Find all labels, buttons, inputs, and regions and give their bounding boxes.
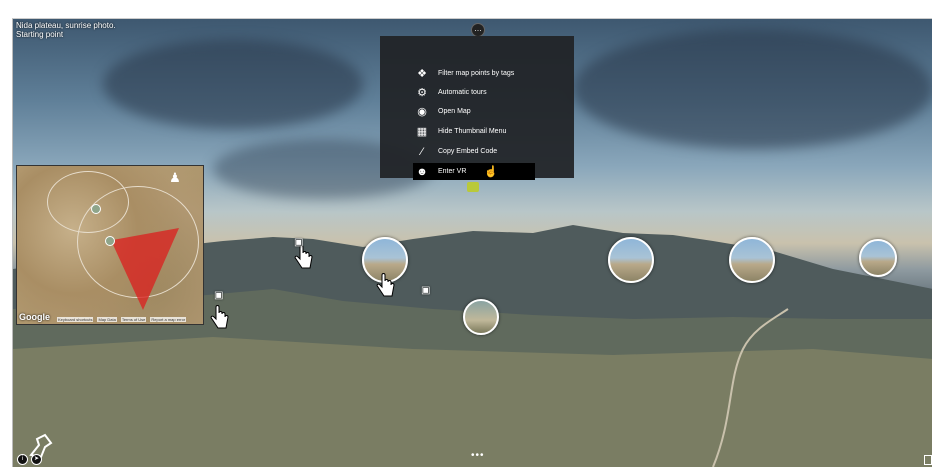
tours-icon: ⚙ xyxy=(417,87,427,99)
map-marker[interactable] xyxy=(91,204,101,214)
menu-item-copy-embed[interactable]: ⁄ Copy Embed Code xyxy=(413,143,533,160)
panorama-thumbnail[interactable] xyxy=(608,237,654,283)
hotspot-marker-icon[interactable]: ▣ xyxy=(294,237,303,248)
map-panel[interactable]: ♟ Google Keyboard shortcuts Map Data Ter… xyxy=(16,165,204,325)
status-indicator xyxy=(467,182,479,192)
hotspot-hand-icon[interactable] xyxy=(374,273,396,299)
map-attribution-item[interactable]: Report a map error xyxy=(150,317,187,322)
menu-toggle-button[interactable]: … xyxy=(471,23,485,37)
scene-title: Nida plateau, sunrise photo. Starting po… xyxy=(16,21,116,39)
hotspot-hand-icon[interactable] xyxy=(292,245,314,271)
menu-item-automatic-tours[interactable]: ⚙ Automatic tours xyxy=(413,84,533,101)
hotspot-marker-icon[interactable]: ▣ xyxy=(214,290,223,301)
menu-item-label: Filter map points by tags xyxy=(438,70,515,77)
menu-item-label: Open Map xyxy=(438,108,471,115)
compass-icon[interactable]: ➤ xyxy=(31,454,42,465)
panorama-thumbnail[interactable] xyxy=(729,237,775,283)
vr-icon: ☻ xyxy=(416,165,428,178)
menu-item-label: Copy Embed Code xyxy=(438,148,498,155)
tag-icon: ❖ xyxy=(417,68,427,80)
thumbnail-menu-toggle[interactable]: ••• xyxy=(471,450,485,461)
map-attribution-item[interactable]: Keyboard shortcuts xyxy=(57,317,94,322)
pegman-icon[interactable]: ♟ xyxy=(167,170,183,186)
map-attribution: Keyboard shortcuts Map Data Terms of Use… xyxy=(57,317,201,322)
panorama-viewer[interactable]: Nida plateau, sunrise photo. Starting po… xyxy=(12,18,932,467)
footer-controls: i ➤ xyxy=(17,454,42,465)
map-brand-logo: Google xyxy=(19,312,50,322)
map-attribution-item[interactable]: Terms of Use xyxy=(120,317,147,322)
menu-item-open-map[interactable]: ◉ Open Map xyxy=(413,103,533,120)
info-icon[interactable]: i xyxy=(17,454,28,465)
menu-item-filter-tags[interactable]: ❖ Filter map points by tags xyxy=(413,65,533,82)
panorama-thumbnail[interactable] xyxy=(463,299,499,335)
menu-item-label: Enter VR xyxy=(438,168,467,175)
map-attribution-item[interactable]: Map Data xyxy=(97,317,117,322)
menu-item-enter-vr[interactable]: ☻ Enter VR ☝ xyxy=(413,163,535,180)
menu-item-hide-thumbnails[interactable]: ▦ Hide Thumbnail Menu xyxy=(413,123,533,140)
hotspot-marker-icon[interactable]: ▣ xyxy=(421,285,430,296)
scene-title-line2: Starting point xyxy=(16,30,64,39)
scene-title-line1: Nida plateau, sunrise photo. xyxy=(16,21,116,30)
thumbnail-icon: ▦ xyxy=(416,126,428,138)
menu-item-label: Hide Thumbnail Menu xyxy=(438,128,507,135)
code-icon: ⁄ xyxy=(421,145,423,158)
dropdown-menu: ❖ Filter map points by tags ⚙ Automatic … xyxy=(380,36,574,192)
panorama-thumbnail[interactable] xyxy=(859,239,897,277)
cursor-hand-icon: ☝ xyxy=(484,166,499,178)
menu-item-label: Automatic tours xyxy=(438,89,487,96)
map-marker[interactable] xyxy=(105,236,115,246)
globe-icon: ◉ xyxy=(417,106,427,118)
hotspot-hand-icon[interactable] xyxy=(208,305,230,331)
fullscreen-icon[interactable] xyxy=(924,455,932,465)
